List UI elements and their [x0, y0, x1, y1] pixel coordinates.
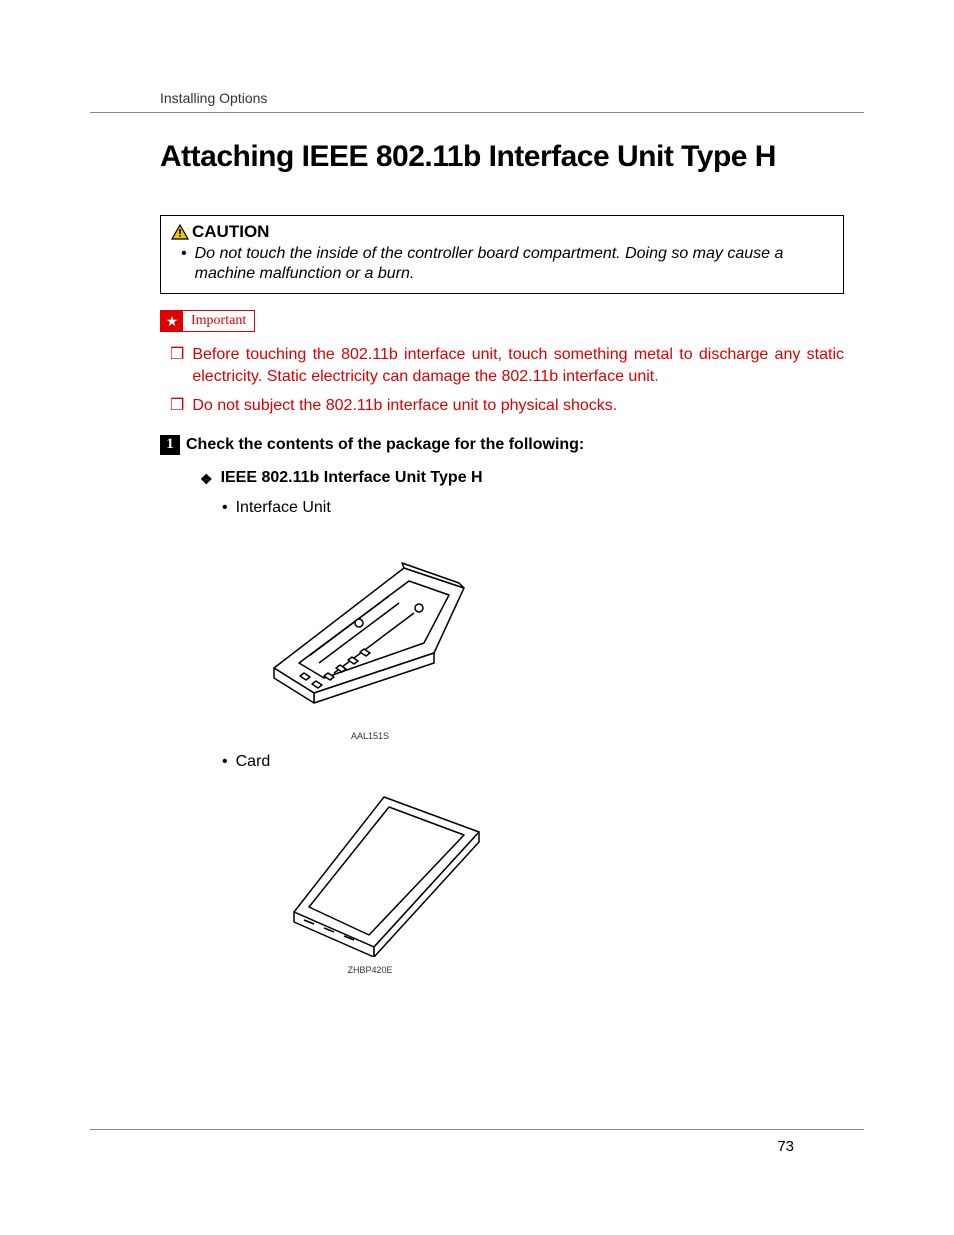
important-badge: ★ Important	[160, 310, 255, 332]
page-title: Attaching IEEE 802.11b Interface Unit Ty…	[160, 140, 844, 175]
important-item: ❒ Do not subject the 802.11b interface u…	[160, 395, 844, 417]
important-item-text: Do not subject the 802.11b interface uni…	[192, 395, 617, 417]
contents-heading: ❖ IEEE 802.11b Interface Unit Type H	[200, 469, 844, 489]
page-header: Installing Options	[160, 90, 844, 112]
list-item: • Interface Unit	[200, 499, 844, 517]
diamond-icon: ❖	[200, 469, 213, 489]
important-item: ❒ Before touching the 802.11b interface …	[160, 344, 844, 387]
caution-label-text: CAUTION	[192, 222, 269, 242]
list-item: • Card	[200, 753, 844, 771]
figure-card	[264, 777, 844, 957]
item-label: Interface Unit	[236, 499, 331, 517]
step-number: 1	[166, 436, 174, 453]
caution-text: • Do not touch the inside of the control…	[171, 244, 833, 286]
important-item-text: Before touching the 802.11b interface un…	[192, 344, 844, 387]
step-number-badge: 1	[160, 435, 180, 455]
contents-heading-text: IEEE 802.11b Interface Unit Type H	[221, 469, 483, 489]
important-label: Important	[183, 313, 254, 329]
footer-rule	[90, 1129, 864, 1130]
warning-triangle-icon	[171, 224, 189, 240]
figure-code: ZHBP420E	[230, 965, 510, 975]
star-icon: ★	[161, 311, 183, 331]
step-1: 1 Check the contents of the package for …	[160, 435, 844, 455]
caution-content: Do not touch the inside of the controlle…	[195, 244, 833, 286]
header-rule	[90, 112, 864, 113]
caution-box: CAUTION • Do not touch the inside of the…	[160, 215, 844, 295]
page-number: 73	[777, 1138, 794, 1155]
figure-interface-unit	[264, 523, 844, 723]
caution-label: CAUTION	[171, 222, 833, 242]
figure-code: AAL151S	[230, 731, 510, 741]
step-text: Check the contents of the package for th…	[186, 436, 584, 454]
item-label: Card	[236, 753, 271, 771]
